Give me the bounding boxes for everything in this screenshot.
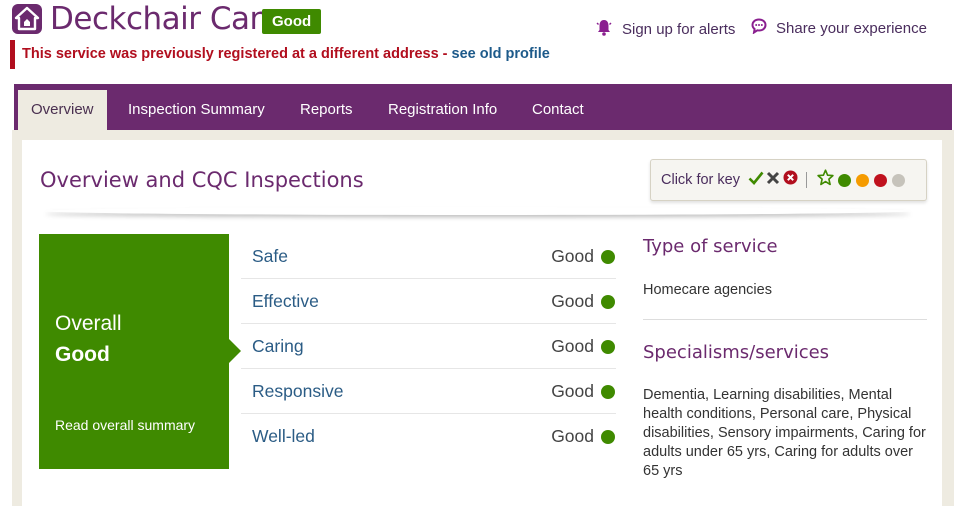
- sidebar-divider: [643, 319, 927, 320]
- domain-row-caring[interactable]: Caring Good: [241, 324, 616, 369]
- tab-inspection-summary[interactable]: Inspection Summary: [128, 84, 265, 130]
- provider-name: Deckchair Care: [50, 1, 280, 37]
- overall-label: Overall: [55, 312, 122, 335]
- key-label: Click for key: [661, 172, 740, 188]
- tick-icon: [748, 171, 764, 190]
- domain-row-well-led[interactable]: Well-led Good: [241, 414, 616, 459]
- overall-rating-panel[interactable]: Overall Good Read overall summary: [39, 234, 229, 469]
- home-icon[interactable]: [12, 4, 42, 34]
- old-profile-link[interactable]: see old profile: [452, 46, 550, 62]
- domain-rating: Good: [551, 381, 594, 401]
- notice-text: This service was previously registered a…: [22, 46, 452, 62]
- key-dot-inadequate: [873, 173, 887, 187]
- read-overall-summary-link[interactable]: Read overall summary: [55, 416, 205, 435]
- cross-icon: [766, 171, 780, 190]
- domain-name: Caring: [252, 336, 304, 356]
- rating-dot-icon: [601, 250, 615, 264]
- page-header: Deckchair Care Good Sign up for alerts S…: [0, 0, 966, 84]
- rating-dot-icon: [601, 430, 615, 444]
- domain-rating: Good: [551, 426, 594, 446]
- alerts-link-label: Sign up for alerts: [622, 20, 736, 38]
- sign-up-alerts-link[interactable]: Sign up for alerts: [596, 18, 735, 40]
- overall-rating: Good: [55, 343, 110, 366]
- domain-rating: Good: [551, 291, 594, 311]
- key-dot-requires-improvement: [855, 173, 869, 187]
- domain-name: Well-led: [252, 426, 315, 446]
- tab-overview[interactable]: Overview: [18, 90, 107, 130]
- specialisms-heading: Specialisms/services: [643, 342, 830, 363]
- rating-badge: Good: [262, 9, 322, 34]
- star-outline-icon: [817, 169, 834, 191]
- address-notice: This service was previously registered a…: [10, 40, 550, 69]
- domain-row-effective[interactable]: Effective Good: [241, 279, 616, 324]
- overall-pointer: [229, 339, 241, 363]
- share-link-label: Share your experience: [776, 19, 927, 37]
- specialisms-value: Dementia, Learning disabilities, Mental …: [643, 387, 926, 479]
- section-title: Overview and CQC Inspections: [40, 168, 364, 192]
- rating-dot-icon: [601, 340, 615, 354]
- cross-circle-icon: [783, 170, 798, 190]
- rating-dot-icon: [601, 385, 615, 399]
- domain-name: Responsive: [252, 381, 344, 401]
- title-divider: [44, 207, 912, 215]
- speech-bubble-icon: [751, 18, 767, 38]
- domain-name: Effective: [252, 291, 319, 311]
- key-dot-good: [837, 173, 851, 187]
- tab-contact[interactable]: Contact: [532, 84, 584, 130]
- share-experience-link[interactable]: Share your experience: [751, 18, 927, 38]
- type-of-service-value: Homecare agencies: [643, 282, 772, 298]
- ratings-key-button[interactable]: Click for key: [650, 159, 927, 201]
- type-of-service-heading: Type of service: [643, 236, 778, 257]
- domain-ratings-list: Safe Good Effective Good Caring Good Res…: [241, 234, 616, 459]
- tab-registration-info[interactable]: Registration Info: [388, 84, 497, 130]
- bell-icon: [596, 18, 612, 40]
- domain-rating: Good: [551, 336, 594, 356]
- key-separator: [805, 172, 807, 188]
- key-dot-not-rated: [891, 173, 905, 187]
- domain-row-safe[interactable]: Safe Good: [241, 234, 616, 279]
- main-nav: Overview Inspection Summary Reports Regi…: [14, 84, 952, 130]
- tab-reports[interactable]: Reports: [300, 84, 353, 130]
- domain-rating: Good: [551, 246, 594, 266]
- domain-row-responsive[interactable]: Responsive Good: [241, 369, 616, 414]
- rating-dot-icon: [601, 295, 615, 309]
- domain-name: Safe: [252, 246, 288, 266]
